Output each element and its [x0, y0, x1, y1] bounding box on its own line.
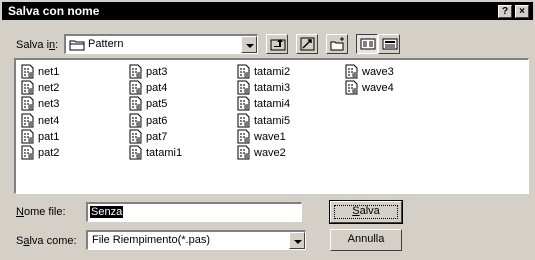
filename-input[interactable]: Senza [86, 202, 302, 222]
file-name: pat3 [146, 66, 168, 78]
file-name: wave3 [362, 66, 394, 78]
save-in-value: Pattern [88, 38, 124, 50]
file-name: pat5 [146, 98, 168, 111]
file-name: net4 [38, 114, 60, 127]
pattern-file-icon [344, 80, 360, 99]
file-name: tatami3 [254, 82, 291, 95]
file-name: net3 [38, 98, 60, 111]
file-list[interactable]: net1 net2 net3 net4 pat1 pat2 pat3 pat4 pat5 pat6… [14, 58, 529, 194]
file-name: pat6 [146, 114, 168, 127]
desktop-button[interactable] [296, 34, 318, 54]
file-name: pat7 [146, 130, 168, 143]
file-name: pat1 [38, 130, 60, 143]
file-name: tatami1 [146, 147, 183, 159]
save-in-dropdown[interactable]: Pattern [64, 34, 258, 54]
focus-rect [334, 205, 398, 219]
help-button[interactable]: ? [498, 5, 512, 18]
save-in-label: Salva in: [16, 39, 59, 51]
filename-label: Nome file: [16, 206, 66, 218]
filetype-value: File Riempimento(*.pas) [92, 234, 210, 246]
file-name: wave1 [254, 130, 286, 143]
file-name: net2 [38, 82, 60, 95]
title-bar: Salva con nome ? × [2, 2, 533, 20]
list-view-button[interactable] [356, 34, 378, 54]
close-button[interactable]: × [515, 5, 529, 18]
file-name: tatami2 [254, 66, 291, 78]
pattern-file-icon [236, 145, 252, 164]
pattern-file-icon [20, 145, 36, 164]
filetype-dropdown[interactable]: File Riempimento(*.pas) [86, 230, 306, 250]
window-title: Salva con nome [8, 4, 100, 18]
details-view-button[interactable] [378, 34, 400, 54]
cancel-button[interactable]: Annulla [330, 229, 402, 251]
file-name: tatami5 [254, 114, 291, 127]
filename-value: Senza [90, 206, 124, 218]
new-folder-button[interactable] [326, 34, 348, 54]
pattern-file-icon [128, 145, 144, 164]
file-name: net1 [38, 66, 60, 78]
folder-icon [69, 39, 85, 54]
file-name: tatami4 [254, 98, 291, 111]
save-button[interactable]: Salva [329, 200, 403, 224]
chevron-down-icon[interactable] [241, 36, 257, 53]
file-name: wave4 [362, 82, 394, 95]
up-one-level-button[interactable] [266, 34, 288, 54]
filetype-label: Salva come: [16, 235, 77, 247]
chevron-down-icon[interactable] [289, 232, 305, 249]
file-name: pat2 [38, 147, 60, 159]
file-name: wave2 [254, 147, 286, 159]
file-name: pat4 [146, 82, 168, 95]
